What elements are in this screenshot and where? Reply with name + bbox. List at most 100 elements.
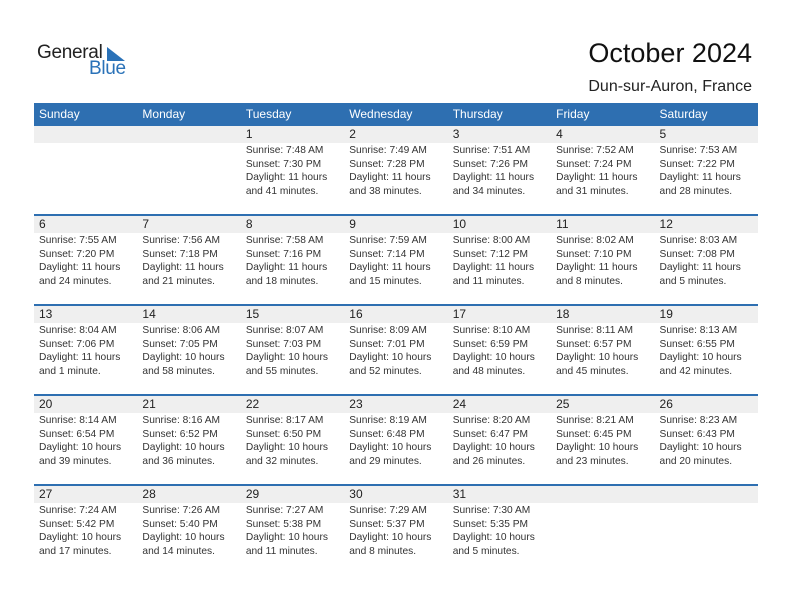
sunset-text: Sunset: 7:30 PM <box>245 158 322 170</box>
daylight-text: Daylight: 10 hours <box>349 352 432 364</box>
day-info: Sunrise: 7:29 AM Sunset: 5:37 PM Daylight:… <box>349 503 447 558</box>
day-number <box>142 126 240 143</box>
sunset-text: Sunset: 7:26 PM <box>452 158 529 170</box>
sunrise-text: Sunrise: 8:03 AM <box>659 235 738 246</box>
sunset-text: Sunset: 7:08 PM <box>659 248 735 260</box>
minutes-text: and 29 minutes. <box>349 455 422 467</box>
day-number: 12 <box>659 217 673 231</box>
week-row: 6 Sunrise: 7:55 AM Sunset: 7:20 PM Daylight… <box>34 214 758 304</box>
sunrise-text: Sunrise: 7:55 AM <box>39 235 117 246</box>
sunrise-text: Sunrise: 8:20 AM <box>452 415 531 426</box>
minutes-text: and 34 minutes. <box>452 185 526 197</box>
day-cell: 28 Sunrise: 7:26 AM Sunset: 5:40 PM Dayligh… <box>137 486 240 558</box>
day-cell: 31 Sunrise: 7:30 AM Sunset: 5:35 PM Dayligh… <box>448 486 551 558</box>
week-row: 20 Sunrise: 8:14 AM Sunset: 6:54 PM Dayligh… <box>34 394 758 484</box>
daylight-text: Daylight: 11 hours <box>349 172 431 184</box>
day-info: Sunrise: 7:24 AM Sunset: 5:42 PM Daylight:… <box>39 503 137 558</box>
day-number: 19 <box>659 307 673 321</box>
sunset-text: Sunset: 7:06 PM <box>39 338 115 350</box>
day-cell: 11 Sunrise: 8:02 AM Sunset: 7:10 PM Dayligh… <box>551 216 654 288</box>
day-info: Sunrise: 8:16 AM Sunset: 6:52 PM Daylight:… <box>142 413 240 468</box>
weekday-header: Sunday Monday Tuesday Wednesday Thursday Frid… <box>34 103 758 126</box>
day-info: Sunrise: 7:59 AM Sunset: 7:14 PM Daylight:… <box>349 233 447 288</box>
day-info: Sunrise: 7:27 AM Sunset: 5:38 PM Daylight:… <box>246 503 344 558</box>
minutes-text: and 39 minutes. <box>39 455 112 467</box>
daylight-text: Daylight: 10 hours <box>245 352 328 364</box>
sunset-text: Sunset: 7:03 PM <box>245 338 322 350</box>
sunrise-text: Sunrise: 8:07 AM <box>245 325 324 336</box>
sunrise-text: Sunrise: 8:09 AM <box>349 325 427 336</box>
sunset-text: Sunset: 7:16 PM <box>245 248 322 260</box>
sunset-text: Sunset: 7:14 PM <box>349 248 425 260</box>
minutes-text: and 55 minutes. <box>245 365 319 377</box>
minutes-text: and 36 minutes. <box>142 455 215 467</box>
sunrise-text: Sunrise: 7:30 AM <box>452 505 531 516</box>
day-info: Sunrise: 8:10 AM Sunset: 6:59 PM Daylight:… <box>453 323 551 378</box>
sunrise-text: Sunrise: 8:14 AM <box>39 415 117 426</box>
sunrise-text: Sunrise: 7:48 AM <box>245 145 324 156</box>
day-info: Sunrise: 7:26 AM Sunset: 5:40 PM Daylight:… <box>142 503 240 558</box>
sunrise-text: Sunrise: 7:58 AM <box>245 235 324 246</box>
day-number: 14 <box>142 307 156 321</box>
day-cell: 20 Sunrise: 8:14 AM Sunset: 6:54 PM Dayligh… <box>34 396 137 468</box>
sunset-text: Sunset: 6:47 PM <box>452 428 529 440</box>
sunrise-text: Sunrise: 7:26 AM <box>142 505 221 516</box>
day-number <box>39 126 137 143</box>
daylight-text: Daylight: 11 hours <box>452 172 535 184</box>
day-number: 7 <box>142 217 150 231</box>
day-number: 27 <box>39 487 53 501</box>
daylight-text: Daylight: 10 hours <box>349 442 432 454</box>
location-subtitle: Dun-sur-Auron, France <box>588 78 752 95</box>
day-number: 11 <box>556 217 569 231</box>
day-info: Sunrise: 8:19 AM Sunset: 6:48 PM Daylight:… <box>349 413 447 468</box>
minutes-text: and 45 minutes. <box>556 365 629 377</box>
day-number: 4 <box>556 127 563 141</box>
day-cell: 26 Sunrise: 8:23 AM Sunset: 6:43 PM Dayligh… <box>655 396 758 468</box>
minutes-text: and 8 minutes. <box>349 545 417 557</box>
daylight-text: Daylight: 11 hours <box>39 352 121 364</box>
weekday-tuesday: Tuesday <box>245 107 292 121</box>
sunset-text: Sunset: 5:37 PM <box>349 518 425 530</box>
sunset-text: Sunset: 5:42 PM <box>39 518 115 530</box>
day-number: 6 <box>39 217 46 231</box>
minutes-text: and 1 minute. <box>39 365 101 377</box>
day-number: 30 <box>349 487 363 501</box>
day-cell: 24 Sunrise: 8:20 AM Sunset: 6:47 PM Dayligh… <box>448 396 551 468</box>
sunrise-text: Sunrise: 8:00 AM <box>452 235 531 246</box>
day-number: 8 <box>245 217 253 231</box>
sunset-text: Sunset: 5:35 PM <box>452 518 529 530</box>
day-cell: 14 Sunrise: 8:06 AM Sunset: 7:05 PM Dayligh… <box>137 306 240 378</box>
minutes-text: and 11 minutes. <box>245 545 318 557</box>
day-cell: 30 Sunrise: 7:29 AM Sunset: 5:37 PM Dayligh… <box>344 486 447 558</box>
minutes-text: and 48 minutes. <box>452 365 526 377</box>
day-number: 21 <box>142 397 156 411</box>
day-info: Sunrise: 8:00 AM Sunset: 7:12 PM Daylight:… <box>453 233 551 288</box>
daylight-text: Daylight: 10 hours <box>659 352 742 364</box>
day-cell: 19 Sunrise: 8:13 AM Sunset: 6:55 PM Dayligh… <box>655 306 758 378</box>
day-cell <box>34 126 137 198</box>
sunrise-text: Sunrise: 8:10 AM <box>452 325 531 336</box>
daylight-text: Daylight: 11 hours <box>245 262 328 274</box>
weekday-saturday: Saturday <box>659 107 708 121</box>
daylight-text: Daylight: 11 hours <box>556 172 638 184</box>
day-info: Sunrise: 7:51 AM Sunset: 7:26 PM Daylight:… <box>453 143 551 198</box>
sunrise-text: Sunrise: 7:52 AM <box>556 145 634 156</box>
day-cell: 7 Sunrise: 7:56 AM Sunset: 7:18 PM Daylight… <box>137 216 240 288</box>
sunrise-text: Sunrise: 8:17 AM <box>245 415 324 426</box>
day-cell: 21 Sunrise: 8:16 AM Sunset: 6:52 PM Dayligh… <box>137 396 240 468</box>
day-number: 25 <box>556 397 570 411</box>
sunset-text: Sunset: 7:20 PM <box>39 248 115 260</box>
day-cell: 12 Sunrise: 8:03 AM Sunset: 7:08 PM Dayligh… <box>655 216 758 288</box>
sunset-text: Sunset: 7:24 PM <box>556 158 632 170</box>
day-cell <box>137 126 240 198</box>
day-info: Sunrise: 8:04 AM Sunset: 7:06 PM Daylight:… <box>39 323 137 378</box>
minutes-text: and 42 minutes. <box>659 365 733 377</box>
day-cell: 1 Sunrise: 7:48 AM Sunset: 7:30 PM Daylight… <box>241 126 344 198</box>
sunset-text: Sunset: 6:43 PM <box>659 428 735 440</box>
day-info <box>660 503 758 504</box>
day-number: 24 <box>452 397 467 411</box>
minutes-text: and 18 minutes. <box>245 275 319 287</box>
day-cell: 22 Sunrise: 8:17 AM Sunset: 6:50 PM Dayligh… <box>241 396 344 468</box>
day-info: Sunrise: 8:06 AM Sunset: 7:05 PM Daylight:… <box>142 323 240 378</box>
day-cell: 3 Sunrise: 7:51 AM Sunset: 7:26 PM Daylight… <box>448 126 551 198</box>
